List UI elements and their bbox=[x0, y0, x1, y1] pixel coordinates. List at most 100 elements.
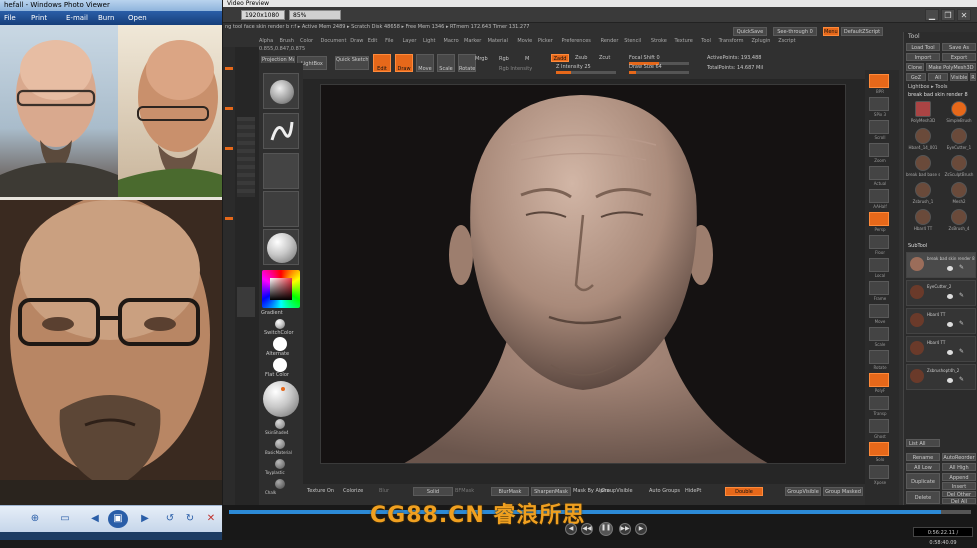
tool-thumbnail[interactable]: Hbar4_14_001 bbox=[906, 127, 940, 153]
save-as-button[interactable]: Save As bbox=[942, 43, 976, 51]
colorize-button[interactable]: Colorize bbox=[343, 487, 363, 495]
see-through-slider[interactable]: See-through 0 bbox=[773, 27, 817, 36]
z-intensity-track[interactable] bbox=[556, 71, 616, 74]
shelf-solo-button[interactable] bbox=[869, 442, 889, 456]
menu-document[interactable]: Document bbox=[321, 38, 347, 44]
auto-reorder-button[interactable]: AutoReorder bbox=[942, 453, 976, 461]
m-button[interactable]: M bbox=[525, 55, 529, 63]
menu-draw[interactable]: Draw bbox=[350, 38, 363, 44]
blur-button[interactable]: Blur bbox=[379, 487, 389, 495]
subtool-row[interactable]: break bad skin render 8 ✎ bbox=[906, 252, 976, 278]
alpha-thumbnail[interactable] bbox=[263, 153, 299, 189]
tool-thumbnail[interactable]: ZsBrush_4 bbox=[942, 208, 976, 234]
menu-file[interactable]: File bbox=[4, 11, 16, 25]
tool-thumbnail[interactable]: break bad base sk bbox=[906, 154, 940, 180]
shelf-zoom-button[interactable] bbox=[869, 143, 889, 157]
visibility-eye-icon[interactable] bbox=[947, 266, 953, 271]
polypaint-brush-icon[interactable]: ✎ bbox=[959, 321, 967, 327]
blur-mask-button[interactable]: BlurMask bbox=[491, 487, 529, 496]
shelf-rotate-button[interactable] bbox=[869, 350, 889, 364]
menu-macro[interactable]: Macro bbox=[444, 38, 459, 44]
menu-tool[interactable]: Tool bbox=[701, 38, 711, 44]
edit-button[interactable]: Edit bbox=[373, 54, 391, 72]
hidept-button[interactable]: HidePt bbox=[685, 487, 701, 495]
subtool-row[interactable]: Zsbrushopt4h_2 ✎ bbox=[906, 364, 976, 390]
del-all-button[interactable]: Del All bbox=[942, 498, 976, 504]
shelf-transp-button[interactable] bbox=[869, 396, 889, 410]
import-button[interactable]: Import bbox=[906, 53, 940, 61]
shelf-polyf-button[interactable] bbox=[869, 373, 889, 387]
material-sphere-small-2[interactable] bbox=[275, 439, 285, 449]
menu-file[interactable]: File bbox=[385, 38, 393, 44]
close-icon[interactable]: ✕ bbox=[957, 9, 971, 21]
lightbox-tools-label[interactable]: Lightbox ▸ Tools bbox=[908, 83, 948, 91]
next-frame-icon[interactable]: ▶ bbox=[635, 523, 647, 535]
visibility-eye-icon[interactable] bbox=[947, 294, 953, 299]
shelf-actual-button[interactable] bbox=[869, 166, 889, 180]
flat-color-label[interactable]: Flat Color bbox=[265, 371, 289, 379]
shelf-aahalf-button[interactable] bbox=[869, 189, 889, 203]
gradient-label[interactable]: Gradient bbox=[261, 309, 283, 317]
load-tool-button[interactable]: Load Tool bbox=[906, 43, 940, 51]
slideshow-icon[interactable]: ▣ bbox=[108, 510, 128, 528]
shelf-scroll-button[interactable] bbox=[869, 120, 889, 134]
polypaint-brush-icon[interactable]: ✎ bbox=[959, 349, 967, 355]
material-sphere-small-4[interactable] bbox=[275, 479, 285, 489]
shelf-persp-button[interactable] bbox=[869, 212, 889, 226]
quicksave-button[interactable]: QuickSave bbox=[733, 27, 767, 36]
sharpen-mask-button[interactable]: SharpenMask bbox=[531, 487, 571, 496]
menu-brush[interactable]: Brush bbox=[280, 38, 294, 44]
prev-frame-icon[interactable]: ◀ bbox=[565, 523, 577, 535]
focal-shift-slider[interactable]: Focal Shift 0 bbox=[629, 54, 660, 62]
menu-preferences[interactable]: Preferences bbox=[562, 38, 591, 44]
switch-color-swatch[interactable] bbox=[275, 319, 285, 329]
zsub-button[interactable]: Zsub bbox=[575, 54, 587, 62]
rename-button[interactable]: Rename bbox=[906, 453, 940, 461]
restore-icon[interactable]: ❐ bbox=[941, 9, 955, 21]
menu-movie[interactable]: Movie bbox=[517, 38, 532, 44]
texture-on-button[interactable]: Texture On bbox=[307, 487, 334, 495]
scale-button[interactable]: Scale bbox=[437, 54, 455, 72]
all-low-button[interactable]: All Low bbox=[906, 463, 940, 471]
menu-zplugin[interactable]: Zplugin bbox=[752, 38, 771, 44]
polypaint-brush-icon[interactable]: ✎ bbox=[959, 265, 967, 271]
tool-thumbnail[interactable]: ZsSculptBrush bbox=[942, 154, 976, 180]
material-sphere-small-1[interactable] bbox=[275, 419, 285, 429]
stroke-thumbnail[interactable] bbox=[263, 113, 299, 149]
move-button[interactable]: Move bbox=[416, 54, 434, 72]
group-visible-button[interactable]: GroupVisible bbox=[601, 487, 633, 495]
menus-button[interactable]: Menus bbox=[823, 27, 839, 36]
tool-thumbnail[interactable]: Hbar4 TT bbox=[906, 208, 940, 234]
menu-alpha[interactable]: Alpha bbox=[259, 38, 273, 44]
append-button[interactable]: Append bbox=[942, 473, 976, 481]
duplicate-button[interactable]: Duplicate bbox=[906, 473, 940, 489]
fast-forward-icon[interactable]: ▶▶ bbox=[619, 523, 631, 535]
tool-thumbnail[interactable]: PolyMesh3D bbox=[906, 100, 940, 126]
zadd-button[interactable]: Zadd bbox=[551, 54, 569, 62]
subtool-row[interactable]: Hbar4 TT ✎ bbox=[906, 336, 976, 362]
subtool-row[interactable]: Hbar4 TT ✎ bbox=[906, 308, 976, 334]
polypaint-brush-icon[interactable]: ✎ bbox=[959, 293, 967, 299]
texture-thumbnail[interactable] bbox=[263, 191, 299, 227]
shelf-scale-button[interactable] bbox=[869, 327, 889, 341]
shelf-move-button[interactable] bbox=[869, 304, 889, 318]
all-high-button[interactable]: All High bbox=[942, 463, 976, 471]
export-button[interactable]: Export bbox=[942, 53, 976, 61]
draw-size-slider[interactable]: Draw Size 64 bbox=[629, 63, 662, 71]
draw-size-track[interactable] bbox=[629, 71, 689, 74]
tool-thumbnail[interactable]: EyeCutter_1 bbox=[942, 127, 976, 153]
solid-button[interactable]: Solid bbox=[413, 487, 453, 496]
menu-material[interactable]: Material bbox=[488, 38, 508, 44]
shelf-ghost-button[interactable] bbox=[869, 419, 889, 433]
menu-render[interactable]: Render bbox=[601, 38, 619, 44]
flat-color-swatch[interactable] bbox=[273, 358, 287, 372]
menu-marker[interactable]: Marker bbox=[464, 38, 481, 44]
list-all-button[interactable]: List All bbox=[906, 439, 940, 447]
tool-thumbnail[interactable]: Zsbrush_1 bbox=[906, 181, 940, 207]
material-sphere-small-3[interactable] bbox=[275, 459, 285, 469]
menu-picker[interactable]: Picker bbox=[538, 38, 553, 44]
tool-palette-header[interactable]: Tool bbox=[908, 33, 920, 41]
draw-button[interactable]: Draw bbox=[395, 54, 413, 72]
all-button[interactable]: All bbox=[928, 73, 948, 81]
default-zscript-button[interactable]: DefaultZScript bbox=[841, 27, 883, 36]
